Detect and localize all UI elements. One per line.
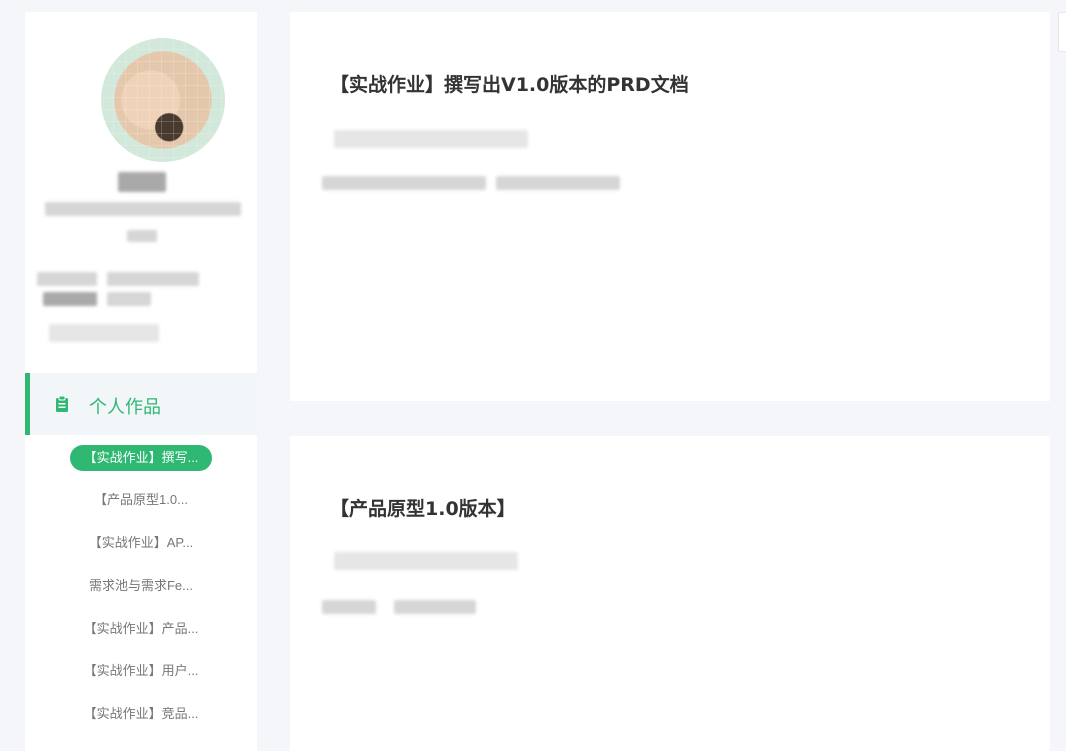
nav-item-product[interactable]: 【实战作业】产品... bbox=[25, 616, 257, 642]
profile-sidebar: 个人作品 【实战作业】撰写... 【产品原型1.0... 【实战作业】AP...… bbox=[25, 12, 257, 751]
clipboard-icon bbox=[56, 395, 68, 412]
profile-meta-redacted-3 bbox=[43, 292, 97, 306]
work-meta-redacted bbox=[334, 552, 518, 570]
profile-meta-redacted bbox=[37, 272, 97, 286]
nav-item-prd[interactable]: 【实战作业】撰写... bbox=[25, 445, 257, 471]
work-card[interactable]: 【实战作业】撰写出V1.0版本的PRD文档 bbox=[290, 12, 1050, 401]
bio-redacted bbox=[45, 202, 241, 216]
work-meta-redacted-2 bbox=[322, 176, 486, 190]
nav-item-user[interactable]: 【实战作业】用户... bbox=[25, 658, 257, 684]
work-meta-redacted-3 bbox=[496, 176, 620, 190]
profile-meta-redacted-5 bbox=[49, 324, 159, 342]
work-title[interactable]: 【产品原型1.0版本】 bbox=[330, 494, 516, 521]
profile-meta-redacted-2 bbox=[107, 272, 199, 286]
avatar[interactable] bbox=[101, 38, 225, 162]
section-title: 个人作品 bbox=[89, 397, 161, 417]
nav-item-prototype[interactable]: 【产品原型1.0... bbox=[25, 487, 257, 513]
work-title[interactable]: 【实战作业】撰写出V1.0版本的PRD文档 bbox=[330, 70, 689, 97]
nav-item-app[interactable]: 【实战作业】AP... bbox=[25, 530, 257, 556]
nav-item-label: 【实战作业】撰写... bbox=[69, 445, 213, 471]
nav-item-requirements[interactable]: 需求池与需求Fe... bbox=[25, 573, 257, 599]
work-meta-redacted-2 bbox=[322, 600, 376, 614]
work-meta-redacted bbox=[334, 130, 528, 148]
section-header[interactable]: 个人作品 bbox=[25, 373, 257, 435]
work-meta-redacted-3 bbox=[394, 600, 476, 614]
profile-meta-redacted-4 bbox=[107, 292, 151, 306]
portfolio-page: 个人作品 【实战作业】撰写... 【产品原型1.0... 【实战作业】AP...… bbox=[0, 0, 1066, 751]
work-card[interactable]: 【产品原型1.0版本】 bbox=[290, 436, 1050, 751]
username-redacted bbox=[118, 172, 166, 192]
bio-redacted-2 bbox=[127, 230, 157, 242]
edge-panel[interactable] bbox=[1058, 12, 1066, 52]
nav-item-competitor[interactable]: 【实战作业】竞品... bbox=[25, 701, 257, 727]
